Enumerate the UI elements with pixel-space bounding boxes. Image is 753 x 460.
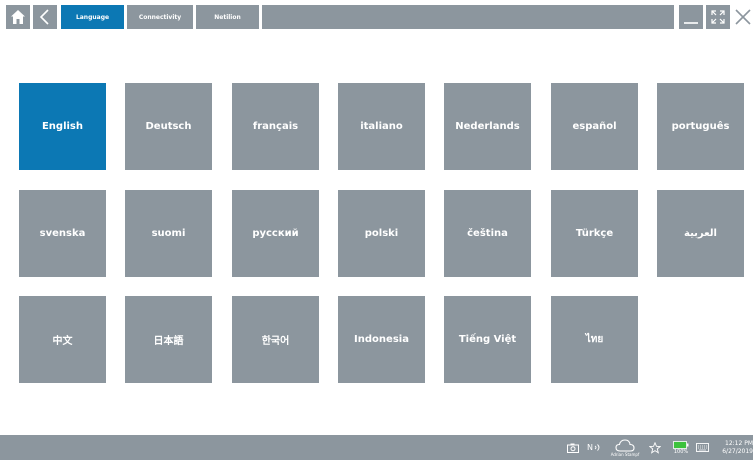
battery-percent: 100% (673, 448, 689, 455)
cloud-icon (615, 438, 635, 452)
close-icon (735, 9, 751, 25)
tab-language[interactable]: Language (61, 5, 124, 29)
camera-button[interactable] (565, 435, 581, 460)
clock-time: 12:12 PM (725, 439, 753, 447)
language-tile-svenska[interactable]: svenska (19, 190, 106, 277)
language-tile-russian[interactable]: русский (232, 190, 319, 277)
minimize-button[interactable] (679, 5, 703, 29)
language-tile-turkce[interactable]: Türkçe (551, 190, 638, 277)
language-tile-francais[interactable]: français (232, 83, 319, 170)
language-tile-nederlands[interactable]: Nederlands (444, 83, 531, 170)
network-label: N (587, 443, 593, 452)
battery-status: 100% (670, 435, 692, 460)
network-signal-icon (594, 444, 600, 451)
language-tile-cestina[interactable]: čeština (444, 190, 531, 277)
chevron-left-icon (39, 9, 49, 25)
network-button[interactable]: N (584, 435, 606, 460)
language-tile-indonesia[interactable]: Indonesia (338, 296, 425, 383)
language-tile-suomi[interactable]: suomi (125, 190, 212, 277)
language-tile-thai[interactable]: ไทย (551, 296, 638, 383)
keyboard-icon (695, 443, 709, 452)
language-tile-deutsch[interactable]: Deutsch (125, 83, 212, 170)
fullscreen-button[interactable] (706, 5, 730, 29)
keyboard-button[interactable] (694, 435, 710, 460)
language-tile-espanol[interactable]: español (551, 83, 638, 170)
clock-date: 6/27/2019 (722, 447, 753, 455)
fullscreen-icon (711, 10, 725, 24)
toolbar-spacer (262, 5, 674, 29)
camera-icon (567, 443, 579, 453)
language-tile-vietnamese[interactable]: Tiếng Việt (444, 296, 531, 383)
close-button[interactable] (733, 5, 753, 29)
clock: 12:12 PM 6/27/2019 (712, 435, 753, 460)
favorites-button[interactable] (648, 435, 662, 460)
language-tile-portugues[interactable]: português (657, 83, 744, 170)
home-icon (11, 10, 25, 24)
minimize-icon (684, 22, 698, 24)
back-button[interactable] (33, 5, 57, 29)
top-bar: Language Connectivity Netilion (0, 0, 753, 34)
tab-connectivity[interactable]: Connectivity (127, 5, 193, 29)
cloud-user-name: Adrian Stampf (610, 451, 640, 457)
star-icon (649, 441, 661, 454)
language-tile-arabic[interactable]: العربية (657, 190, 744, 277)
language-tile-english[interactable]: English (19, 83, 106, 170)
language-tile-korean[interactable]: 한국어 (232, 296, 319, 383)
home-button[interactable] (6, 5, 30, 29)
status-bar: N Adrian Stampf 100% 12:12 PM 6/27/2019 (0, 435, 753, 460)
language-tile-japanese[interactable]: 日本語 (125, 296, 212, 383)
language-tile-chinese[interactable]: 中文 (19, 296, 106, 383)
cloud-account-button[interactable]: Adrian Stampf (606, 435, 644, 460)
battery-icon (673, 440, 689, 449)
language-tile-italiano[interactable]: italiano (338, 83, 425, 170)
language-tile-polski[interactable]: polski (338, 190, 425, 277)
tab-netilion[interactable]: Netilion (196, 5, 259, 29)
